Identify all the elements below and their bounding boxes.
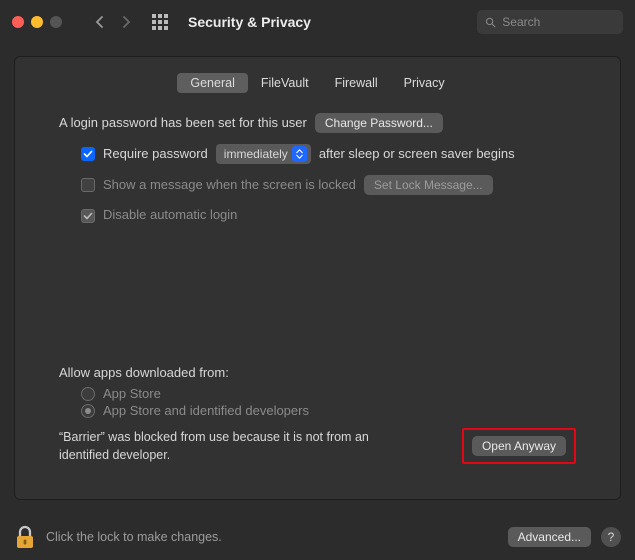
tab-bar: General FileVault Firewall Privacy — [15, 73, 620, 93]
close-window-button[interactable] — [12, 16, 24, 28]
login-password-status-label: A login password has been set for this u… — [59, 113, 307, 134]
gatekeeper-option-appstore-radio — [81, 387, 95, 401]
change-password-button[interactable]: Change Password... — [315, 113, 443, 133]
help-button[interactable]: ? — [601, 527, 621, 547]
highlight-box: Open Anyway — [462, 428, 576, 464]
require-password-checkbox[interactable] — [81, 147, 95, 161]
window-title: Security & Privacy — [188, 14, 311, 30]
tab-general[interactable]: General — [177, 73, 247, 93]
window-controls[interactable] — [12, 16, 62, 28]
show-all-icon[interactable] — [152, 14, 168, 30]
prefs-panel: General FileVault Firewall Privacy A log… — [14, 56, 621, 500]
select-stepper-icon — [292, 146, 307, 162]
disable-auto-login-checkbox — [81, 209, 95, 223]
lock-hint-label: Click the lock to make changes. — [46, 530, 222, 544]
require-password-delay-value: immediately — [224, 145, 288, 164]
back-button[interactable] — [90, 12, 110, 32]
gatekeeper-option-appstore-dev-label: App Store and identified developers — [103, 403, 309, 418]
lock-icon[interactable] — [14, 524, 36, 550]
disable-auto-login-label: Disable automatic login — [103, 205, 237, 226]
gatekeeper-option-appstore-dev-radio — [81, 404, 95, 418]
advanced-button[interactable]: Advanced... — [508, 527, 591, 547]
minimize-window-button[interactable] — [31, 16, 43, 28]
require-password-delay-select[interactable]: immediately — [216, 144, 311, 164]
open-anyway-button[interactable]: Open Anyway — [472, 436, 566, 456]
maximize-window-button — [50, 16, 62, 28]
search-input[interactable] — [502, 15, 615, 29]
forward-button[interactable] — [116, 12, 136, 32]
gatekeeper-heading: Allow apps downloaded from: — [59, 365, 576, 380]
search-icon — [485, 16, 496, 29]
require-password-label-post: after sleep or screen saver begins — [319, 144, 515, 165]
search-field[interactable] — [477, 10, 623, 34]
set-lock-message-button: Set Lock Message... — [364, 175, 493, 195]
show-lock-message-label: Show a message when the screen is locked — [103, 175, 356, 196]
gatekeeper-option-appstore-label: App Store — [103, 386, 161, 401]
show-lock-message-checkbox — [81, 178, 95, 192]
blocked-app-message: “Barrier” was blocked from use because i… — [59, 428, 399, 464]
tab-firewall[interactable]: Firewall — [322, 73, 391, 93]
require-password-label-pre: Require password — [103, 144, 208, 165]
tab-filevault[interactable]: FileVault — [248, 73, 322, 93]
tab-privacy[interactable]: Privacy — [391, 73, 458, 93]
